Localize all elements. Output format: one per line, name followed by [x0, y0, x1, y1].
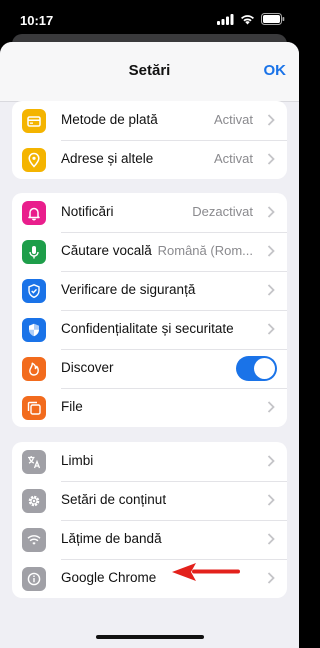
- toggle-knob: [254, 358, 275, 379]
- settings-row-value: Dezactivat: [192, 204, 253, 219]
- credit-card-icon: [22, 109, 46, 133]
- microphone-icon: [22, 240, 46, 264]
- settings-row-label: Metode de plată: [61, 112, 158, 127]
- settings-row-value: Activat: [213, 112, 253, 127]
- settings-row-value: Română (Rom...: [157, 243, 253, 258]
- settings-row-privacy-security[interactable]: Confidențialitate și securitate: [12, 310, 287, 349]
- chevron-right-icon: [267, 533, 275, 545]
- shield-icon: [22, 318, 46, 342]
- settings-row-label: File: [61, 399, 83, 414]
- chevron-right-icon: [267, 401, 275, 413]
- status-icons: [217, 12, 285, 26]
- settings-row-label: Lățime de bandă: [61, 531, 162, 546]
- status-time: 10:17: [20, 13, 54, 28]
- bell-icon: [22, 201, 46, 225]
- chevron-right-icon: [267, 572, 275, 584]
- settings-row-payment-methods[interactable]: Metode de plată Activat: [12, 101, 287, 140]
- home-indicator: [96, 635, 204, 639]
- settings-row-google-chrome[interactable]: Google Chrome: [12, 559, 287, 598]
- settings-row-safety-check[interactable]: Verificare de siguranță: [12, 271, 287, 310]
- shield-check-icon: [22, 279, 46, 303]
- settings-group-autofill: Metode de plată Activat Adrese și altele…: [12, 101, 287, 179]
- gear-icon: [22, 489, 46, 513]
- wifi-status-icon: [241, 14, 254, 24]
- settings-group-general: Notificări Dezactivat Căutare vocală Rom…: [12, 193, 287, 427]
- battery-icon: [261, 13, 285, 25]
- settings-row-label: Discover: [61, 360, 114, 375]
- settings-row-discover: Discover: [12, 349, 287, 388]
- settings-row-bandwidth[interactable]: Lățime de bandă: [12, 520, 287, 559]
- settings-group-advanced: Limbi Setări de conținut Lățime de bandă…: [12, 442, 287, 598]
- chevron-right-icon: [267, 153, 275, 165]
- chevron-right-icon: [267, 114, 275, 126]
- discover-toggle[interactable]: [236, 356, 277, 381]
- settings-row-value: Activat: [213, 151, 253, 166]
- settings-row-content-settings[interactable]: Setări de conținut: [12, 481, 287, 520]
- chevron-right-icon: [267, 284, 275, 296]
- settings-row-notifications[interactable]: Notificări Dezactivat: [12, 193, 287, 232]
- location-pin-icon: [22, 148, 46, 172]
- wifi-icon: [22, 528, 46, 552]
- tabs-icon: [22, 396, 46, 420]
- settings-row-label: Notificări: [61, 204, 114, 219]
- chevron-right-icon: [267, 323, 275, 335]
- settings-row-label: Setări de conținut: [61, 492, 167, 507]
- ok-button[interactable]: OK: [264, 62, 287, 79]
- settings-sheet: Setări OK Metode de plată Activat Adrese…: [0, 42, 299, 648]
- settings-row-addresses[interactable]: Adrese și altele Activat: [12, 140, 287, 179]
- navigation-bar: Setări OK: [0, 42, 299, 102]
- annotation-arrow-icon: [172, 563, 240, 581]
- settings-row-voice-search[interactable]: Căutare vocală Română (Rom...: [12, 232, 287, 271]
- flame-icon: [22, 357, 46, 381]
- translate-icon: [22, 450, 46, 474]
- settings-row-languages[interactable]: Limbi: [12, 442, 287, 481]
- info-icon: [22, 567, 46, 591]
- chevron-right-icon: [267, 455, 275, 467]
- chevron-right-icon: [267, 494, 275, 506]
- page-title: Setări: [128, 62, 171, 79]
- settings-row-label: Adrese și altele: [61, 151, 154, 166]
- settings-row-tabs[interactable]: File: [12, 388, 287, 427]
- chevron-right-icon: [267, 206, 275, 218]
- settings-row-label: Căutare vocală: [61, 243, 152, 258]
- settings-row-label: Confidențialitate și securitate: [61, 321, 234, 336]
- settings-row-label: Verificare de siguranță: [61, 282, 196, 297]
- settings-row-label: Limbi: [61, 453, 94, 468]
- chevron-right-icon: [267, 245, 275, 257]
- settings-row-label: Google Chrome: [61, 570, 157, 585]
- cellular-signal-icon: [217, 13, 234, 25]
